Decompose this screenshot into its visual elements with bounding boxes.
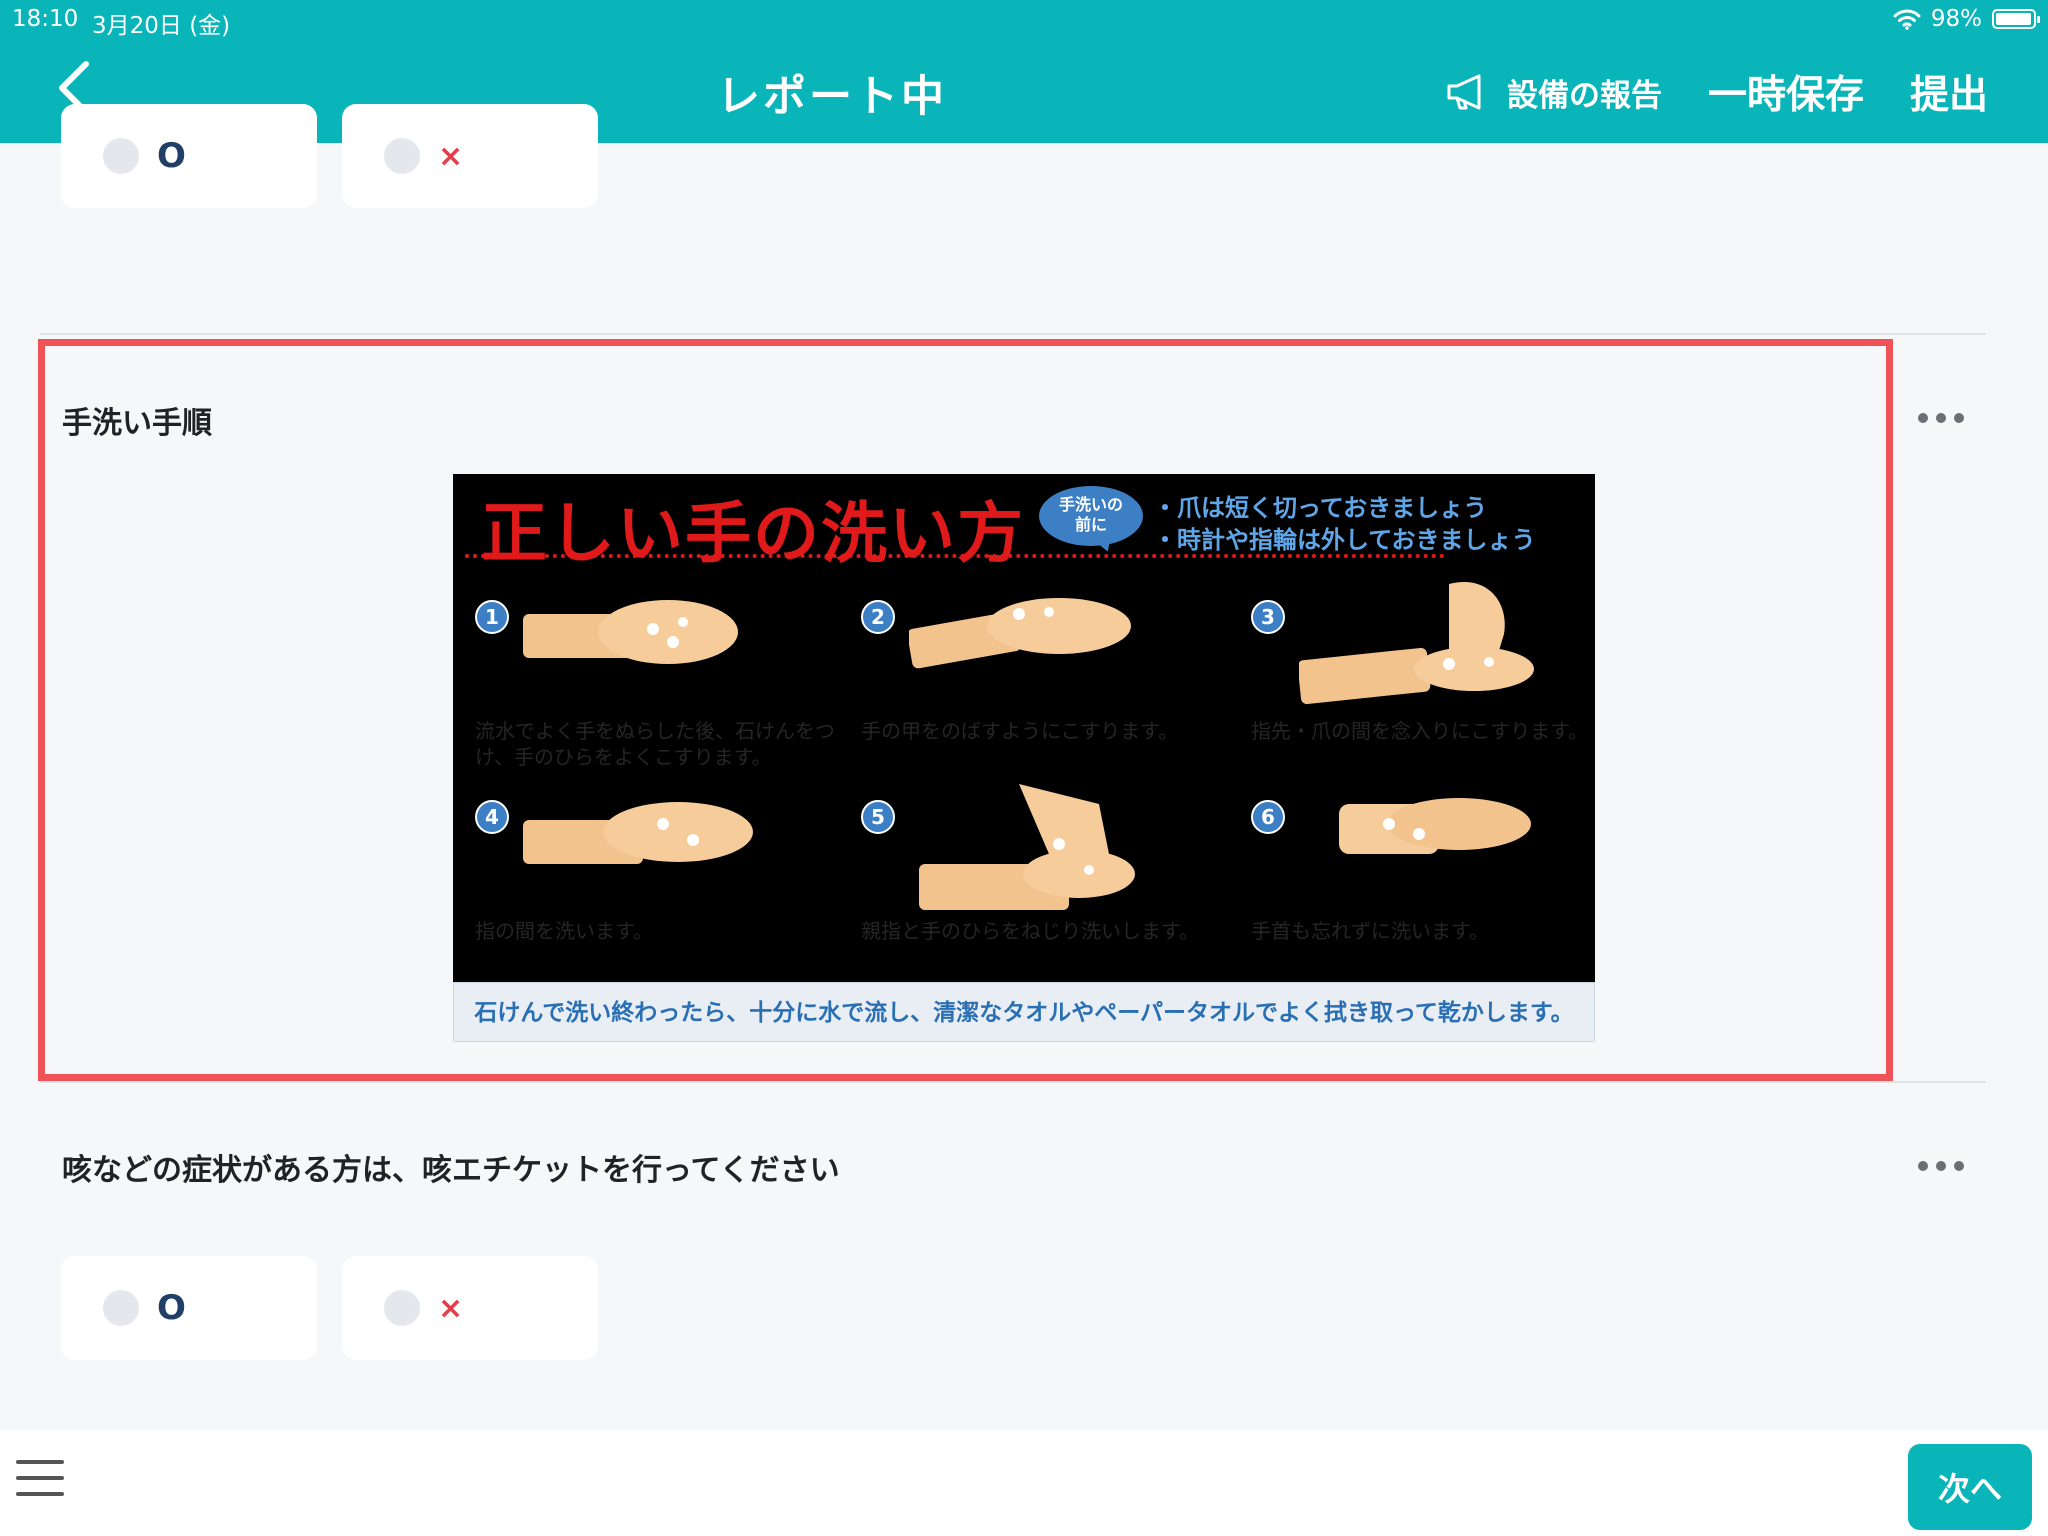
poster-title: 正しい手の洗い方: [481, 495, 1025, 572]
next-button[interactable]: 次へ: [1908, 1444, 2032, 1530]
status-time: 18:10: [12, 6, 79, 32]
poster-step: 6 手首も忘れずに洗います。: [1251, 798, 1595, 1000]
option-yes-card-top[interactable]: O: [61, 104, 317, 208]
submit-button[interactable]: 提出: [1910, 64, 1988, 120]
status-date: 3月20日 (金): [92, 13, 231, 39]
hands-illustration-icon: [523, 600, 738, 664]
poster-tip: ・爪は短く切っておきましょう: [1153, 494, 1488, 522]
hands-illustration-icon: [1339, 798, 1531, 854]
option-yes-label: O: [157, 136, 186, 176]
radio-button[interactable]: [384, 138, 420, 174]
poster-step: 3 指先・爪の間を念入りにこすります。: [1251, 582, 1595, 800]
poster-tip: ・時計や指輪は外しておきましょう: [1153, 526, 1536, 554]
more-dot: [1918, 1161, 1928, 1171]
divider: [40, 1081, 1986, 1083]
step-number: 6: [1251, 800, 1285, 834]
temporary-save-button[interactable]: 一時保存: [1708, 64, 1864, 120]
poster-step: 1 流水でよく手をぬらした後、石けんをつけ、手のひらをよくこすります。: [475, 600, 855, 800]
menu-line: [16, 1476, 64, 1480]
option-yes-label: O: [157, 1288, 186, 1328]
poster-step: 4 指の間を洗います。: [475, 800, 855, 1000]
more-dot: [1954, 1161, 1964, 1171]
divider: [40, 333, 1986, 335]
step-number: 1: [475, 600, 509, 634]
radio-button[interactable]: [103, 1290, 139, 1326]
radio-button[interactable]: [384, 1290, 420, 1326]
more-dot: [1936, 413, 1946, 423]
hamburger-menu-icon[interactable]: [16, 1460, 64, 1500]
screen: 18:10 3月20日 (金) 98% レポート中 設備の報告 一時保存 提出 …: [0, 0, 2048, 1536]
poster-bubble: 手洗いの 前に: [1039, 486, 1143, 546]
more-dot: [1954, 413, 1964, 423]
step-caption: 流水でよく手をぬらした後、石けんをつけ、手のひらをよくこすります。: [475, 719, 835, 769]
poster-bubble-text: 手洗いの 前に: [1058, 495, 1123, 534]
option-no-label: ×: [438, 1290, 464, 1326]
step-number: 4: [475, 800, 509, 834]
question-label-handwashing: 手洗い手順: [62, 406, 212, 441]
battery-icon: [1992, 9, 2040, 29]
option-no-card[interactable]: ×: [342, 1256, 598, 1360]
menu-line: [16, 1492, 64, 1496]
hands-illustration-icon: [1299, 582, 1534, 705]
option-yes-card[interactable]: O: [61, 1256, 317, 1360]
battery-percent: 98%: [1930, 6, 1982, 32]
step-number: 2: [861, 600, 895, 634]
status-bar: 18:10 3月20日 (金) 98%: [0, 0, 2048, 39]
poster-step: 2 手の甲をのばすようにこすります。: [861, 598, 1241, 800]
wifi-icon: [1893, 9, 1921, 30]
more-options-button[interactable]: [1918, 408, 1964, 428]
nav-actions: 設備の報告 一時保存 提出: [1445, 64, 1988, 120]
more-dot: [1936, 1161, 1946, 1171]
step-caption: 手首も忘れずに洗います。: [1251, 919, 1489, 943]
step-caption: 手の甲をのばすようにこすります。: [861, 719, 1179, 743]
status-indicators: 98%: [1893, 4, 2040, 34]
megaphone-icon: [1447, 74, 1481, 110]
hands-illustration-icon: [909, 598, 1131, 669]
radio-button[interactable]: [103, 138, 139, 174]
more-options-button[interactable]: [1918, 1156, 1964, 1176]
more-dot: [1918, 413, 1928, 423]
option-no-label: ×: [438, 138, 464, 174]
step-number: 3: [1251, 600, 1285, 634]
question-label-cough-etiquette: 咳などの症状がある方は、咳エチケットを行ってください: [62, 1153, 840, 1188]
step-number: 5: [861, 800, 895, 834]
poster-step: 5 親指と手のひらをねじり洗いします。: [861, 784, 1241, 1000]
poster-footer: 石けんで洗い終わったら、十分に水で流し、清潔なタオルやペーパータオルでよく拭き取…: [453, 982, 1595, 1042]
equipment-report-label: 設備の報告: [1506, 77, 1662, 114]
step-caption: 指先・爪の間を念入りにこすります。: [1251, 719, 1589, 743]
step-caption: 指の間を洗います。: [475, 919, 653, 943]
bottom-bar: 次へ: [0, 1430, 2048, 1536]
handwashing-poster-image: 正しい手の洗い方 手洗いの 前に ・爪は短く切っておきましょう ・時計や指輪は外…: [453, 474, 1595, 1042]
hands-illustration-icon: [919, 784, 1135, 910]
menu-line: [16, 1460, 64, 1464]
equipment-report-button[interactable]: 設備の報告: [1445, 70, 1662, 115]
hands-illustration-icon: [523, 802, 753, 864]
option-no-card-top[interactable]: ×: [342, 104, 598, 208]
step-caption: 親指と手のひらをねじり洗いします。: [861, 919, 1199, 943]
